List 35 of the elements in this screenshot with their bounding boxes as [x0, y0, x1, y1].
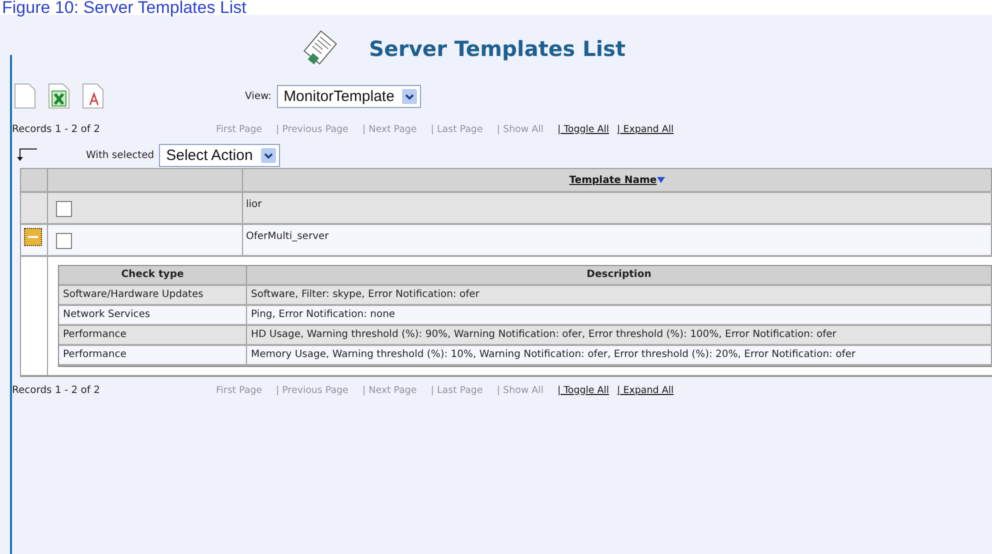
row-checkbox[interactable] [56, 233, 72, 249]
pager-link[interactable]: | Toggle All [557, 384, 610, 396]
figure-caption: Figure 10: Server Templates List [1, 0, 248, 15]
sort-arrow-icon [656, 177, 665, 183]
dropdown-caret-icon [260, 148, 276, 162]
table-cell: Performance [59, 326, 247, 344]
table-cell: Performance [59, 346, 247, 364]
table-cell: Network Services [59, 306, 247, 324]
table-cell: Ping, Error Notification: none [247, 306, 992, 324]
view-dropdown[interactable]: MonitorTemplate [276, 84, 422, 108]
collapse-icon[interactable] [24, 228, 42, 246]
blank-document-icon[interactable] [14, 83, 36, 109]
template-name: OferMulti_server [246, 231, 329, 242]
dropdown-caret-icon [402, 88, 418, 104]
column-header: Description [247, 266, 992, 284]
pager-link[interactable]: | Expand All [617, 384, 674, 396]
action-dropdown[interactable]: Select Action [159, 144, 280, 166]
spreadsheet-icon[interactable] [48, 83, 70, 109]
column-header: Check type [59, 266, 247, 284]
table-cell: Software/Hardware Updates [59, 286, 247, 304]
page-title: Server Templates List [369, 37, 626, 61]
bent-arrow-icon [16, 148, 38, 162]
pdf-icon[interactable] [82, 83, 104, 109]
table-cell: Software, Filter: skype, Error Notification: ofer [247, 286, 992, 304]
table-cell: HD Usage, Warning threshold (%): 90%, Warning Notification: ofer, Error threshold (%): 100%, Error Notification: ofer [247, 326, 992, 344]
pager-link[interactable]: | Toggle All [557, 124, 610, 134]
table-cell: Memory Usage, Warning threshold (%): 10%, Warning Notification: ofer, Error threshold (%): 20%, Error Notification: ofer [247, 346, 992, 364]
view-label: View: [245, 90, 272, 102]
records-count: Records 1 - 2 of 2 [12, 384, 101, 396]
with-selected-label: With selected [86, 150, 154, 160]
template-name: lior [246, 199, 262, 210]
column-header[interactable]: Template Name [569, 174, 657, 186]
pager-link[interactable]: | Expand All [617, 124, 674, 134]
records-count: Records 1 - 2 of 2 [12, 124, 101, 134]
row-checkbox[interactable] [56, 201, 72, 217]
